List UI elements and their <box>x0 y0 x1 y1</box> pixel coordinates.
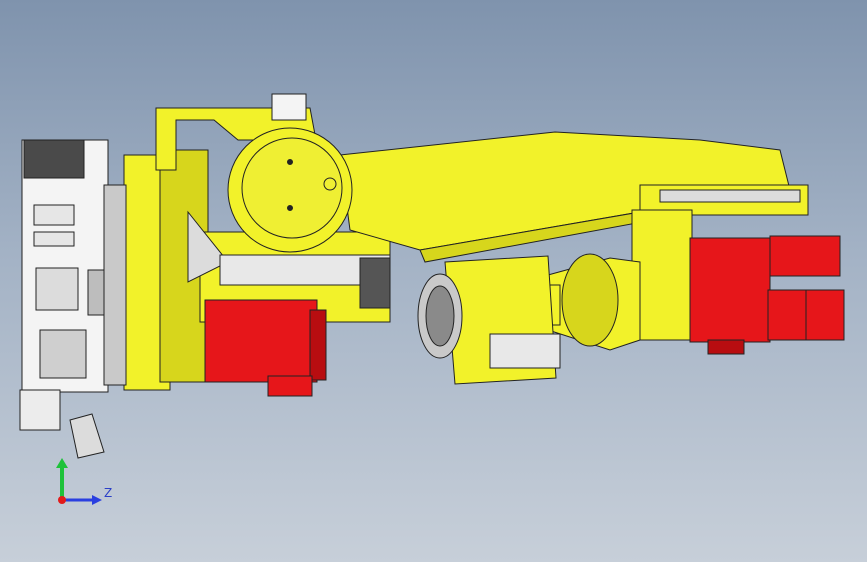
base-plate[interactable] <box>19 139 109 459</box>
cad-canvas[interactable]: Z <box>0 0 867 562</box>
j1-motor[interactable] <box>204 299 327 397</box>
z-axis-label: Z <box>104 486 112 500</box>
wrist-motors[interactable] <box>689 235 845 355</box>
tool-flange[interactable] <box>417 255 561 385</box>
cad-viewport[interactable]: Z <box>0 0 867 562</box>
z-axis-arrow-icon <box>92 495 102 505</box>
y-axis-arrow-icon <box>56 458 68 468</box>
orientation-triad: Z <box>56 458 112 505</box>
x-axis-dot-icon <box>58 496 66 504</box>
robot-arm-model[interactable] <box>19 93 845 459</box>
